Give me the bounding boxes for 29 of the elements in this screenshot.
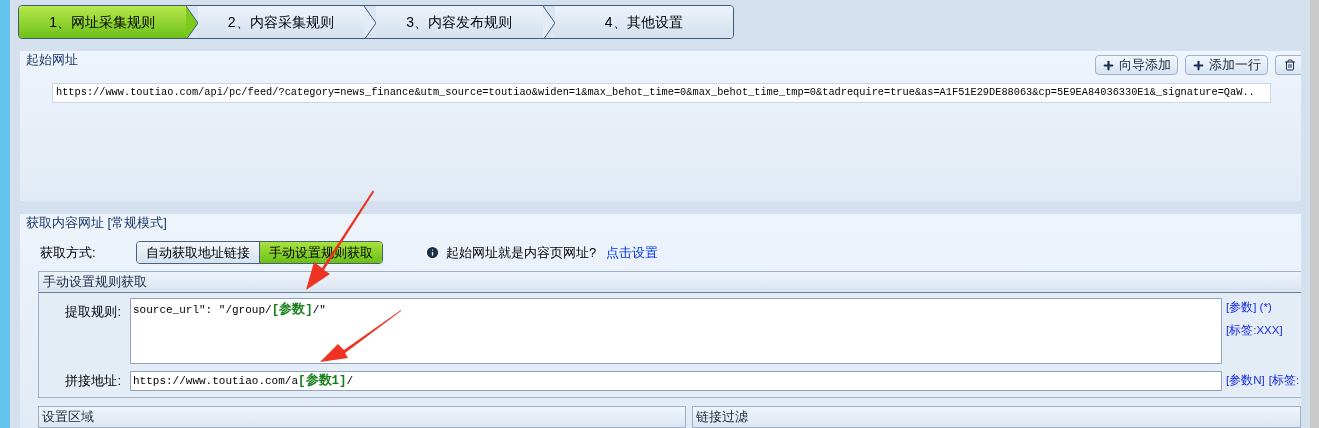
panel-title: 设置区域: [42, 408, 94, 427]
method-option[interactable]: 手动设置规则获取: [260, 242, 382, 263]
info-icon: [425, 245, 440, 260]
plus-icon: [1102, 58, 1115, 72]
insert-link[interactable]: [标签:: [1268, 372, 1300, 390]
join-label: 拼接地址:: [64, 372, 122, 391]
add-button[interactable]: 向导添加: [1095, 55, 1178, 76]
settings-link[interactable]: 点击设置: [606, 242, 659, 263]
add-button[interactable]: 添加一行: [1185, 55, 1268, 76]
rule-label: 提取规则:: [64, 303, 122, 321]
step-tab[interactable]: 4、其他设置: [554, 6, 733, 39]
delete-button[interactable]: [1275, 55, 1301, 76]
step-tab[interactable]: 1、网址采集规则: [19, 6, 186, 39]
insert-link[interactable]: [参数N]: [1226, 372, 1265, 390]
section-title: 起始网址: [25, 51, 79, 70]
panel-title: 链接过滤: [696, 408, 748, 427]
insert-link[interactable]: [标签:XXX]: [1226, 322, 1283, 340]
section-title: 获取内容网址 [常规模式]: [25, 213, 168, 232]
plus-icon: [1192, 58, 1205, 72]
join-url-field[interactable]: https://www.toutiao.com/a[参数1]/: [130, 371, 1222, 391]
subpanel-title: 手动设置规则获取: [43, 273, 147, 291]
hint-text: 起始网址就是内容页网址?: [446, 243, 597, 262]
insert-link[interactable]: [参数] (*): [1226, 299, 1283, 317]
method-option[interactable]: 自动获取地址链接: [137, 242, 260, 263]
trash-icon: [1284, 59, 1296, 72]
url-field[interactable]: https://www.toutiao.com/api/pc/feed/?category=news_finance&utm_source=toutiao&widen=1&max_behot_time=0&max_behot_time_tmp=0&tadrequire=true&as=A1F51E29DE88063&cp=5E9EA84036330E1&_signature=QaW..: [52, 83, 1271, 104]
rule-textarea[interactable]: source_url": "/group/[参数]/": [130, 298, 1222, 364]
method-label: 获取方式:: [40, 243, 97, 262]
scrollbar[interactable]: [1310, 0, 1319, 428]
